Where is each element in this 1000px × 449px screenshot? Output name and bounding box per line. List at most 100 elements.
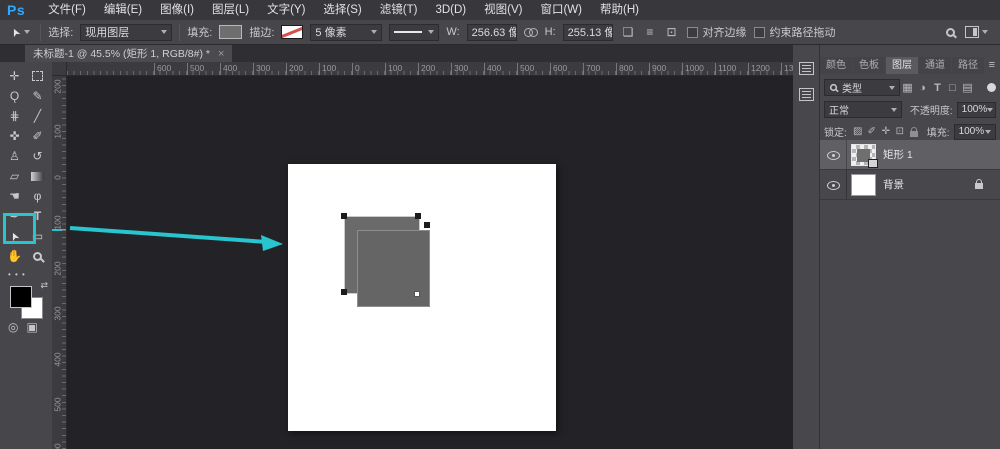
- menu-edit[interactable]: 编辑(E): [95, 0, 151, 20]
- stroke-style-dropdown[interactable]: [389, 23, 440, 41]
- select-mode-dropdown[interactable]: 现用图层: [80, 23, 173, 41]
- document-tab-bar: 未标题-1 @ 45.5% (矩形 1, RGB/8#) * ×: [0, 45, 793, 62]
- history-brush-tool[interactable]: ↺: [26, 146, 49, 166]
- divider: [846, 170, 847, 199]
- layer-name[interactable]: 矩形 1: [883, 140, 913, 170]
- vertical-ruler[interactable]: 200 100 0 100 200 300 400 500 600: [52, 76, 67, 449]
- menu-help[interactable]: 帮助(H): [591, 0, 648, 20]
- fill-label: 填充:: [187, 27, 213, 39]
- layer-thumbnail[interactable]: [851, 174, 876, 196]
- crop-tool[interactable]: ⋕: [3, 106, 26, 126]
- path-arrangement-icon[interactable]: ⊡: [663, 25, 679, 39]
- opacity-input[interactable]: 100%: [956, 101, 996, 118]
- shape-width-input[interactable]: 256.63 像素: [466, 23, 517, 41]
- swap-colors-icon[interactable]: ⇄: [40, 280, 48, 291]
- gradient-tool[interactable]: [26, 166, 49, 186]
- zoom-icon: [33, 251, 42, 261]
- screen-mode-button[interactable]: ▣: [26, 320, 37, 334]
- filter-shape-layers-icon[interactable]: □: [945, 82, 960, 94]
- blend-mode-dropdown[interactable]: 正常: [824, 101, 902, 118]
- zoom-tool[interactable]: [26, 246, 49, 266]
- fill-opacity-input[interactable]: 100%: [953, 123, 996, 140]
- menu-layer[interactable]: 图层(L): [203, 0, 258, 20]
- eraser-tool[interactable]: ▱: [3, 166, 26, 186]
- tab-channels[interactable]: 通道: [919, 57, 951, 74]
- layer-visibility-icon[interactable]: [827, 151, 840, 160]
- filter-toggle-icon[interactable]: [987, 83, 996, 92]
- filter-pixel-layers-icon[interactable]: ▦: [900, 81, 915, 94]
- menu-type[interactable]: 文字(Y): [258, 0, 314, 20]
- chevron-down-icon: [371, 30, 378, 34]
- stroke-color-swatch[interactable]: [281, 25, 304, 39]
- select-mode-value: 现用图层: [85, 27, 130, 39]
- ruler-label: 1100: [715, 63, 736, 75]
- rectangular-marquee-tool[interactable]: [26, 66, 49, 86]
- menu-file[interactable]: 文件(F): [39, 0, 95, 20]
- constrain-drag-checkbox[interactable]: [753, 26, 765, 38]
- align-edges-checkbox[interactable]: [686, 26, 698, 38]
- menu-select[interactable]: 选择(S): [314, 0, 370, 20]
- quick-mask-button[interactable]: ◎: [8, 320, 18, 334]
- dodge-tool[interactable]: φ: [26, 186, 49, 206]
- tab-color[interactable]: 颜色: [820, 57, 852, 74]
- stroke-width-dropdown[interactable]: 5 像素: [310, 23, 383, 41]
- filter-adjustment-layers-icon[interactable]: ◑: [915, 82, 930, 94]
- foreground-color-swatch[interactable]: [10, 286, 32, 308]
- tab-swatches[interactable]: 色板: [853, 57, 885, 74]
- eyedropper-tool[interactable]: ╱: [26, 106, 49, 126]
- filter-type-dropdown[interactable]: 类型: [824, 79, 900, 96]
- smudge-tool[interactable]: ☚: [3, 186, 26, 206]
- move-tool[interactable]: ✛: [3, 66, 26, 86]
- layer-name[interactable]: 背景: [883, 170, 904, 200]
- filter-smart-objects-icon[interactable]: ▤: [960, 81, 975, 94]
- hand-tool[interactable]: ✋: [3, 246, 26, 266]
- shape-layer-badge-icon: [868, 159, 878, 168]
- lock-artboard-icon[interactable]: ⊡: [893, 126, 907, 137]
- clone-stamp-tool[interactable]: ♙: [3, 146, 26, 166]
- document-tab[interactable]: 未标题-1 @ 45.5% (矩形 1, RGB/8#) * ×: [25, 45, 233, 62]
- annotation-arrow: [69, 226, 283, 251]
- lock-position-icon[interactable]: ✛: [879, 126, 893, 137]
- lock-all-icon[interactable]: [909, 126, 918, 137]
- ruler-label: 200: [286, 63, 303, 75]
- horizontal-ruler[interactable]: 600 500 400 300 200 100 0 100 200 300 40…: [67, 62, 793, 76]
- ruler-label: 300: [451, 63, 468, 75]
- path-operations-icon[interactable]: ❏: [620, 25, 637, 39]
- layer-thumbnail[interactable]: [851, 144, 878, 168]
- tab-layers[interactable]: 图层: [886, 57, 918, 74]
- path-alignment-icon[interactable]: ≡: [643, 25, 656, 39]
- layer-row-background[interactable]: 背景: [820, 170, 1000, 200]
- ruler-label: 100: [52, 124, 63, 139]
- canvas-viewport[interactable]: [67, 76, 793, 449]
- panel-menu-icon[interactable]: ≡: [989, 57, 995, 74]
- brush-tool[interactable]: ✐: [26, 126, 49, 146]
- workspace-switcher[interactable]: [965, 26, 988, 38]
- link-dimensions-icon[interactable]: [523, 27, 538, 37]
- lock-transparency-icon[interactable]: ▨: [851, 126, 865, 137]
- ruler-origin-corner[interactable]: [52, 62, 67, 76]
- lasso-tool[interactable]: Ǫ: [3, 86, 26, 106]
- menu-view[interactable]: 视图(V): [475, 0, 531, 20]
- filter-type-layers-icon[interactable]: T: [930, 82, 945, 94]
- fill-color-swatch[interactable]: [219, 25, 243, 39]
- search-icon[interactable]: [946, 27, 955, 37]
- align-edges-checkbox-group: 对齐边缘: [686, 24, 747, 40]
- menu-image[interactable]: 图像(I): [151, 0, 203, 20]
- spot-healing-brush-tool[interactable]: ✜: [3, 126, 26, 146]
- menu-filter[interactable]: 滤镜(T): [371, 0, 427, 20]
- current-tool-button[interactable]: ➤: [8, 25, 33, 39]
- layer-row-rectangle-1[interactable]: 矩形 1: [820, 140, 1000, 170]
- properties-panel-icon[interactable]: [799, 88, 814, 101]
- edit-toolbar-button[interactable]: • • •: [0, 266, 52, 279]
- shape-height-input[interactable]: 255.13 像素: [562, 23, 613, 41]
- divider: [179, 23, 181, 41]
- tab-paths[interactable]: 路径: [952, 57, 984, 74]
- quick-selection-tool[interactable]: ✎: [26, 86, 49, 106]
- layer-visibility-icon[interactable]: [827, 181, 840, 190]
- lock-pixels-icon[interactable]: ✐: [865, 126, 879, 137]
- menu-3d[interactable]: 3D(D): [426, 0, 475, 20]
- close-icon[interactable]: ×: [218, 48, 224, 60]
- history-panel-icon[interactable]: [799, 62, 814, 75]
- layer-filter-row: 类型 ▦ ◑ T □ ▤: [824, 79, 996, 96]
- menu-window[interactable]: 窗口(W): [531, 0, 591, 20]
